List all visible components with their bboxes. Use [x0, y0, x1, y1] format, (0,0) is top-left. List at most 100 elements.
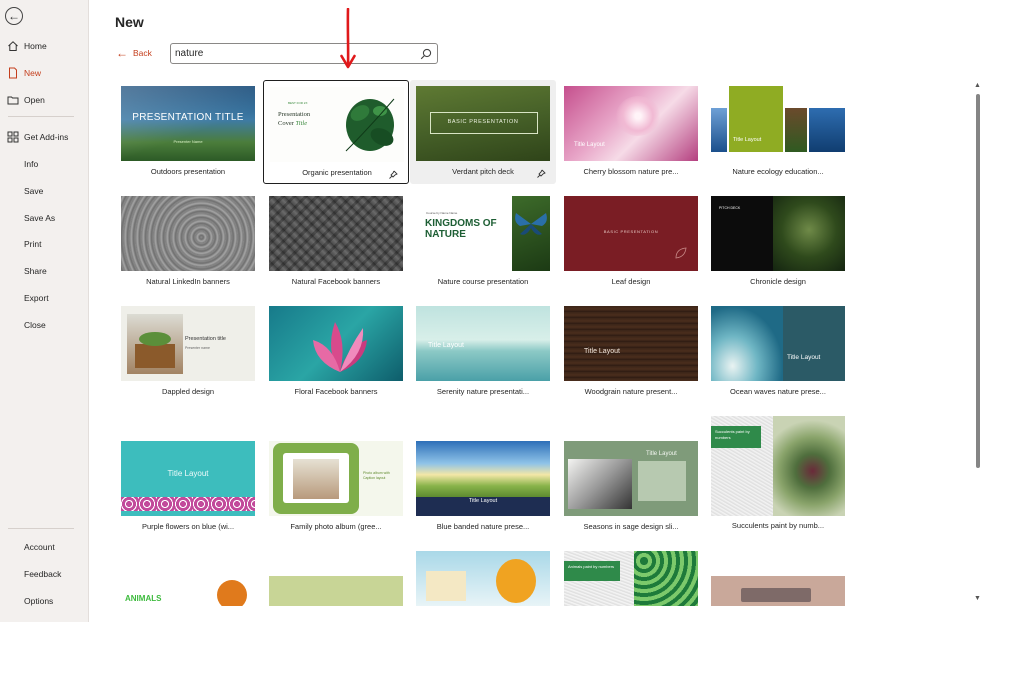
- template-name: Ocean waves nature prese...: [730, 387, 826, 396]
- template-tile[interactable]: Photo album with Caption layout Family p…: [263, 435, 409, 539]
- search-icon[interactable]: [420, 47, 432, 60]
- template-tile[interactable]: Title Layout Cherry blossom nature pre..…: [558, 80, 704, 184]
- template-thumbnail: Title Layout: [564, 86, 698, 161]
- sidebar-item-label: Home: [24, 41, 47, 51]
- template-name: Seasons in sage design sli...: [583, 522, 679, 531]
- template-name: Woodgrain nature present...: [584, 387, 678, 396]
- sidebar-item-info[interactable]: Info: [0, 152, 89, 176]
- template-tile[interactable]: Presentation title Presenter name Dapple…: [115, 300, 261, 404]
- template-thumbnail: [269, 306, 403, 381]
- template-tile[interactable]: [410, 545, 556, 649]
- sidebar-item-close[interactable]: Close: [0, 313, 89, 337]
- template-tile[interactable]: Floral Facebook banners: [263, 300, 409, 404]
- left-arrow-icon: ←: [116, 46, 128, 60]
- template-tile[interactable]: Title Layout Purple flowers on blue (wi.…: [115, 435, 261, 539]
- sidebar-item-new[interactable]: New: [0, 61, 89, 85]
- template-name: Nature ecology education...: [732, 167, 824, 176]
- template-name: Cherry blossom nature pre...: [583, 167, 679, 176]
- template-name: Dappled design: [161, 387, 215, 396]
- template-tile[interactable]: [705, 570, 851, 674]
- pin-icon[interactable]: [536, 166, 546, 178]
- sidebar-item-export[interactable]: Export: [0, 286, 89, 310]
- template-tile-selected[interactable]: BEST FOR 2X Presentation Cover Title Org…: [263, 80, 409, 184]
- template-thumbnail: PRESENTATION TITLE Presenter Name: [121, 86, 255, 161]
- template-tile[interactable]: PITCH DECK Chronicle design: [705, 190, 851, 294]
- sidebar-item-label: New: [24, 68, 42, 78]
- template-tile[interactable]: Title Layout Blue banded nature prese...: [410, 435, 556, 539]
- thumbnail-title: Title Layout: [584, 348, 620, 355]
- thumbnail-title: ANIMALS: [125, 594, 162, 603]
- template-tile[interactable]: Succulents paint by numbers Succulents p…: [705, 410, 851, 530]
- template-tile[interactable]: PRESENTATION TITLE Presenter Name Outdoo…: [115, 80, 261, 184]
- sidebar-item-label: Close: [24, 320, 46, 330]
- thumbnail-title: Animals paint by numbers: [564, 561, 620, 581]
- template-tile[interactable]: ANIMALS: [115, 570, 261, 674]
- thumbnail-title: Presentation title: [185, 336, 226, 342]
- home-icon: [7, 40, 19, 52]
- thumbnail-title: BASIC PRESENTATION: [603, 229, 659, 234]
- template-thumbnail: Title Layout: [564, 306, 698, 381]
- template-name: Nature course presentation: [437, 277, 529, 286]
- thumbnail-tag: BEST FOR 2X: [288, 101, 308, 105]
- template-thumbnail: [269, 576, 403, 606]
- pin-icon[interactable]: [388, 167, 398, 179]
- template-tile[interactable]: [263, 570, 409, 674]
- thumbnail-title: Title Layout: [787, 354, 821, 361]
- sidebar-item-options[interactable]: Options: [0, 589, 89, 613]
- template-thumbnail: Title Layout: [416, 441, 550, 516]
- template-tile[interactable]: Title Layout Woodgrain nature present...: [558, 300, 704, 404]
- template-thumbnail: ANIMALS: [121, 576, 255, 606]
- template-thumbnail: Title Layout: [711, 306, 845, 381]
- scroll-down-icon[interactable]: ▼: [974, 595, 981, 602]
- template-tile[interactable]: Natural Facebook banners: [263, 190, 409, 294]
- sidebar-item-save[interactable]: Save: [0, 179, 89, 203]
- back-button[interactable]: ← Back: [116, 47, 152, 59]
- sidebar-item-get-add-ins[interactable]: Get Add-ins: [0, 125, 89, 149]
- sidebar-item-label: Info: [24, 159, 39, 169]
- page-title: New: [115, 14, 144, 30]
- template-thumbnail: Photo album with Caption layout: [269, 441, 403, 516]
- vertical-scrollbar[interactable]: ▲ ▼: [974, 82, 982, 602]
- template-thumbnail: [711, 576, 845, 606]
- template-tile[interactable]: Title Layout Nature ecology education...: [705, 80, 851, 184]
- template-thumbnail: [121, 196, 255, 271]
- template-thumbnail: [269, 196, 403, 271]
- lotus-flower-icon: [313, 322, 367, 372]
- template-tile[interactable]: Title Layout Serenity nature presentati.…: [410, 300, 556, 404]
- template-search-box[interactable]: [170, 43, 438, 64]
- sidebar-item-label: Open: [24, 95, 45, 105]
- sidebar-item-account[interactable]: Account: [0, 535, 89, 559]
- scroll-up-icon[interactable]: ▲: [974, 82, 981, 89]
- template-name: Natural LinkedIn banners: [146, 277, 230, 286]
- annotation-arrow-icon: [340, 8, 356, 69]
- new-presentation-pane: New ← Back PRESENTATION TITLE Presenter …: [90, 0, 1024, 622]
- template-thumbnail: Animals paint by numbers: [564, 551, 698, 606]
- template-thumbnail: BASIC PRESENTATION: [564, 196, 698, 271]
- sidebar-item-save-as[interactable]: Save As: [0, 206, 89, 230]
- back-arrow-icon[interactable]: ←: [5, 7, 23, 25]
- sidebar-item-open[interactable]: Open: [0, 88, 89, 112]
- sidebar-item-label: Feedback: [24, 569, 62, 579]
- template-name: Blue banded nature prese...: [436, 522, 530, 531]
- template-tile[interactable]: BASIC PRESENTATION Verdant pitch deck: [410, 80, 556, 184]
- thumbnail-title: Succulents paint by numbers: [711, 426, 761, 448]
- leaf-icon: [675, 247, 687, 259]
- sidebar-item-home[interactable]: Home: [0, 34, 89, 58]
- template-thumbnail: Title Layout: [121, 441, 255, 516]
- sidebar-item-label: Save As: [24, 213, 56, 223]
- sidebar-item-feedback[interactable]: Feedback: [0, 562, 89, 586]
- sidebar-item-print[interactable]: Print: [0, 232, 89, 256]
- template-tile[interactable]: Animals paint by numbers: [558, 545, 704, 649]
- template-tile[interactable]: Natural LinkedIn banners: [115, 190, 261, 294]
- template-name: Serenity nature presentati...: [436, 387, 530, 396]
- scrollbar-thumb[interactable]: [976, 94, 980, 468]
- template-tile[interactable]: Title Layout Ocean waves nature prese...: [705, 300, 851, 404]
- template-tile[interactable]: BASIC PRESENTATION Leaf design: [558, 190, 704, 294]
- template-tile[interactable]: Course by Name Name KINGDOMS OF NATURE N…: [410, 190, 556, 294]
- back-label: Back: [133, 48, 152, 58]
- template-tile[interactable]: Title Layout Seasons in sage design sli.…: [558, 435, 704, 539]
- search-input[interactable]: [175, 46, 415, 61]
- template-name: Purple flowers on blue (wi...: [141, 522, 235, 531]
- thumbnail-title: Title Layout: [468, 498, 498, 504]
- sidebar-item-share[interactable]: Share: [0, 259, 89, 283]
